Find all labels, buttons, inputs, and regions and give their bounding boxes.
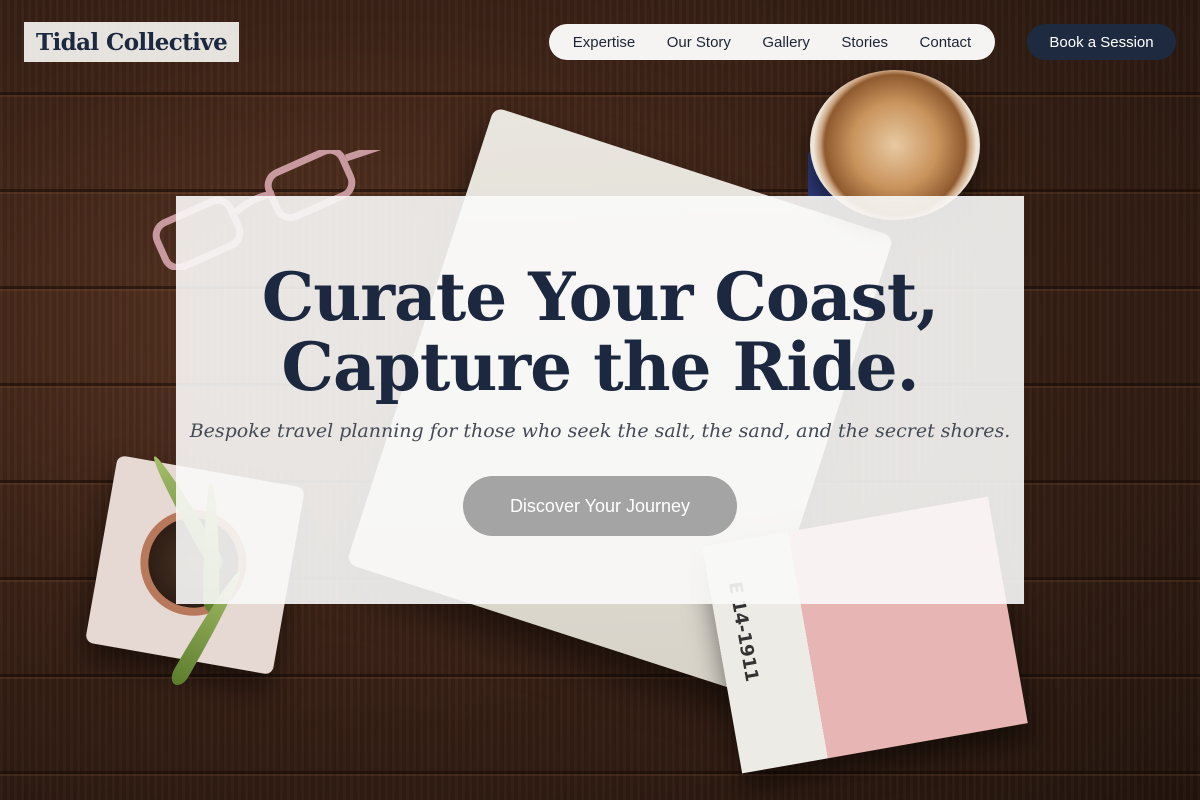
main-nav: Expertise Our Story Gallery Stories Cont… xyxy=(549,24,995,60)
nav-item-gallery[interactable]: Gallery xyxy=(762,34,810,51)
book-session-button[interactable]: Book a Session xyxy=(1027,24,1176,60)
nav-item-stories[interactable]: Stories xyxy=(841,34,888,51)
hero-title: Curate Your Coast, Capture the Ride. xyxy=(176,262,1024,402)
hero-card: Curate Your Coast, Capture the Ride. Bes… xyxy=(176,196,1024,604)
page: E 14-1911 Tidal Collective Expertise Our… xyxy=(0,0,1200,800)
nav-item-contact[interactable]: Contact xyxy=(920,34,972,51)
nav-item-expertise[interactable]: Expertise xyxy=(573,34,636,51)
hero-title-line-2: Capture the Ride. xyxy=(281,328,919,406)
hero-subtitle: Bespoke travel planning for those who se… xyxy=(189,420,1011,442)
discover-journey-button[interactable]: Discover Your Journey xyxy=(463,476,737,536)
nav-item-our-story[interactable]: Our Story xyxy=(667,34,731,51)
logo[interactable]: Tidal Collective xyxy=(24,22,240,62)
brand-name: Tidal Collective xyxy=(36,28,228,56)
hero-title-line-1: Curate Your Coast, xyxy=(261,258,940,336)
